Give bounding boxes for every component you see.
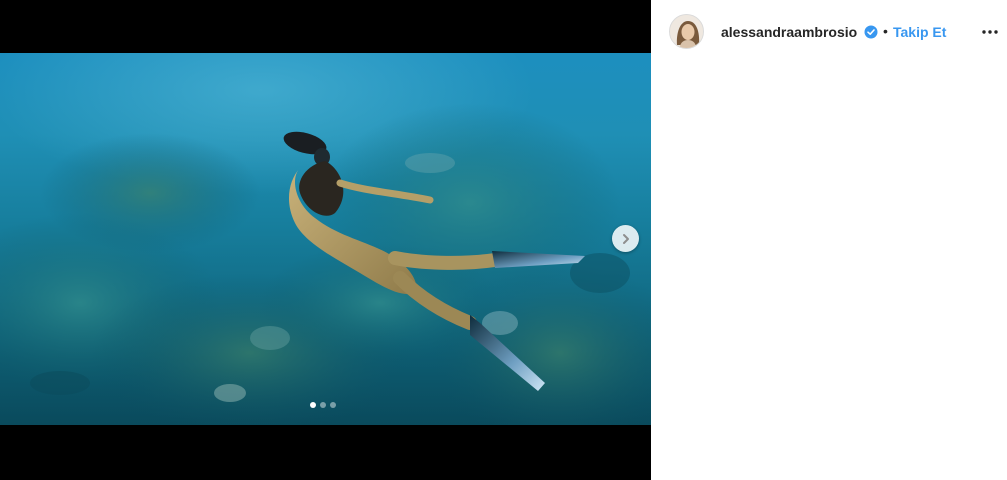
carousel-next-button[interactable]: [612, 225, 639, 252]
avatar[interactable]: [669, 14, 704, 49]
separator-dot: •: [883, 23, 888, 39]
carousel-dot: [330, 402, 336, 408]
post-media-pane: [0, 0, 651, 480]
verified-badge-icon: [864, 25, 878, 39]
profile-photo-icon: [670, 15, 703, 48]
post-side-pane: alessandraambrosio • Takip Et: [651, 0, 1007, 480]
post-photo[interactable]: [0, 53, 651, 425]
chevron-right-icon: [622, 233, 629, 244]
post-header: alessandraambrosio • Takip Et: [651, 0, 1007, 64]
follow-button[interactable]: Takip Et: [893, 24, 946, 40]
username-link[interactable]: alessandraambrosio: [721, 24, 857, 40]
more-horizontal-icon[interactable]: [981, 24, 999, 40]
carousel-dot-active: [310, 402, 316, 408]
carousel-dot: [320, 402, 326, 408]
carousel-indicator: [310, 402, 336, 408]
underwater-scene: [0, 103, 651, 425]
